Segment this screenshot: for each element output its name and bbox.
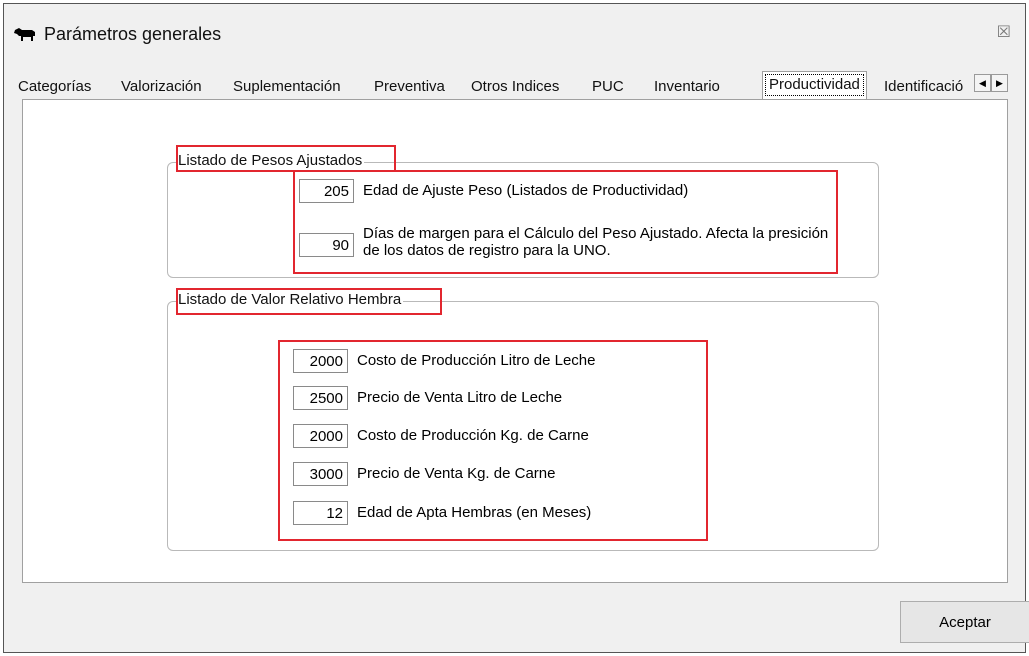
edad-apta-hembras-label: Edad de Apta Hembras (en Meses) (357, 504, 592, 521)
dias-margen-label: Días de margen para el Cálculo del Peso … (363, 225, 829, 259)
highlight-valor-title (176, 288, 442, 315)
precio-kg-carne-label: Precio de Venta Kg. de Carne (357, 465, 556, 482)
tab-otros-indices[interactable]: Otros Indices (471, 78, 559, 95)
tab-scroll-left-icon[interactable]: ◀ (974, 74, 991, 92)
costo-litro-leche-label: Costo de Producción Litro de Leche (357, 352, 596, 369)
tab-inventario[interactable]: Inventario (654, 78, 720, 95)
tab-suplementacion[interactable]: Suplementación (233, 78, 341, 95)
cow-icon (14, 28, 35, 41)
tab-puc[interactable]: PUC (592, 78, 624, 95)
productividad-panel: Listado de Pesos Ajustados Edad de Ajust… (22, 99, 1008, 583)
edad-apta-hembras-input[interactable] (293, 501, 348, 525)
highlight-pesos-title (176, 145, 396, 172)
precio-litro-leche-label: Precio de Venta Litro de Leche (357, 389, 563, 406)
accept-button[interactable]: Aceptar (900, 601, 1029, 643)
tab-productividad[interactable]: Productividad (762, 71, 867, 99)
costo-kg-carne-input[interactable] (293, 424, 348, 448)
tab-strip: Categorías Valorización Suplementación P… (4, 70, 1025, 100)
tab-categorias[interactable]: Categorías (18, 78, 91, 95)
tab-identificacion[interactable]: Identificación (884, 78, 964, 95)
title-bar: Parámetros generales ☒ (4, 4, 1025, 60)
tab-valorizacion[interactable]: Valorización (121, 78, 202, 95)
tab-scroll-right-icon[interactable]: ▶ (991, 74, 1008, 92)
dias-margen-input[interactable] (299, 233, 354, 257)
tab-preventiva[interactable]: Preventiva (374, 78, 445, 95)
close-icon[interactable]: ☒ (997, 22, 1011, 42)
costo-kg-carne-label: Costo de Producción Kg. de Carne (357, 427, 589, 444)
edad-ajuste-peso-input[interactable] (299, 179, 354, 203)
window-title: Parámetros generales (44, 24, 222, 44)
precio-litro-leche-input[interactable] (293, 386, 348, 410)
precio-kg-carne-input[interactable] (293, 462, 348, 486)
dialog-window: Parámetros generales ☒ Categorías Valori… (3, 3, 1029, 653)
costo-litro-leche-input[interactable] (293, 349, 348, 373)
edad-ajuste-peso-label: Edad de Ajuste Peso (Listados de Product… (363, 182, 689, 199)
